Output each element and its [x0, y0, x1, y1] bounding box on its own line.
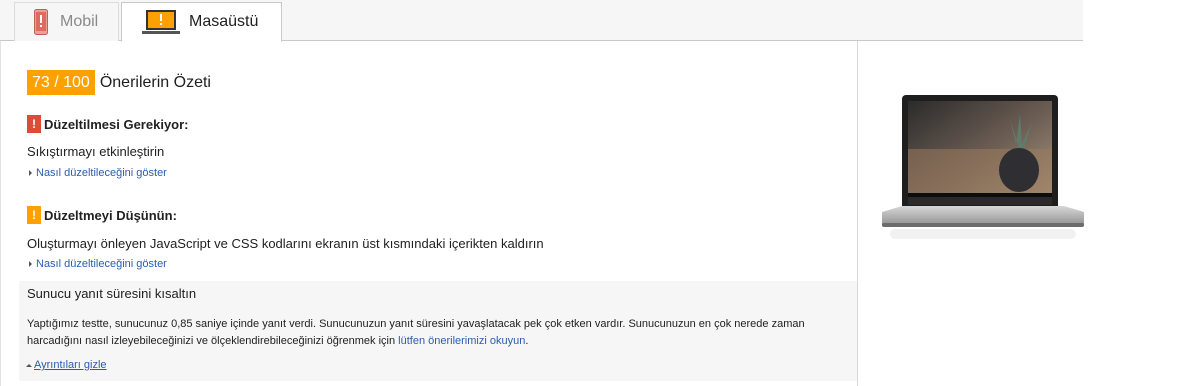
left-border — [0, 41, 1, 386]
hide-details-link[interactable]: Ayrıntıları gizle — [26, 359, 107, 371]
phone-warning-icon — [34, 9, 48, 35]
must-fix-heading: ! Düzeltilmesi Gerekiyor: — [27, 115, 189, 133]
consider-fix-heading: ! Düzeltmeyi Düşünün: — [27, 206, 177, 224]
must-fix-heading-text: Düzeltilmesi Gerekiyor: — [44, 116, 189, 132]
collapse-arrow-icon — [26, 363, 32, 367]
error-icon: ! — [27, 115, 41, 133]
tab-mobile[interactable]: Mobil — [14, 2, 119, 41]
device-tab-bar: Mobil Masaüstü — [0, 0, 1083, 42]
must-fix-link-text: Nasıl düzeltileceğini göster — [36, 167, 167, 179]
expand-arrow-icon — [29, 170, 32, 176]
recommendations-link[interactable]: lütfen önerilerimizi okuyun — [398, 335, 525, 347]
score-badge: 73 / 100 — [27, 70, 95, 95]
must-fix-show-link[interactable]: Nasıl düzeltileceğini göster — [27, 167, 167, 179]
laptop-warning-icon — [142, 10, 180, 34]
summary-title: Önerilerin Özeti — [99, 73, 211, 91]
consider-fix-item: Oluşturmayı önleyen JavaScript ve CSS ko… — [27, 236, 544, 251]
expanded-rule-panel: Sunucu yanıt süresini kısaltın Yaptığımı… — [19, 281, 857, 381]
consider-fix-show-link[interactable]: Nasıl düzeltileceğini göster — [27, 258, 167, 270]
expanded-rule-body: Yaptığımız testte, sunucunuz 0,85 saniye… — [27, 316, 827, 349]
tab-mobile-label: Mobil — [60, 13, 99, 30]
tab-desktop-label: Masaüstü — [189, 13, 259, 30]
period: . — [525, 334, 529, 347]
warning-icon: ! — [27, 206, 41, 224]
summary-header: 73 / 100 Önerilerin Özeti — [27, 70, 211, 95]
consider-fix-link-text: Nasıl düzeltileceğini göster — [36, 258, 167, 270]
must-fix-item: Sıkıştırmayı etkinleştirin — [27, 144, 165, 159]
hide-details-text: Ayrıntıları gizle — [34, 359, 107, 371]
expand-arrow-icon — [29, 261, 32, 267]
expanded-rule-title: Sunucu yanıt süresini kısaltın — [27, 286, 197, 301]
desktop-screenshot-preview — [882, 95, 1084, 239]
content-divider — [857, 41, 858, 386]
consider-fix-heading-text: Düzeltmeyi Düşünün: — [44, 207, 177, 223]
tab-desktop[interactable]: Masaüstü — [121, 2, 282, 42]
